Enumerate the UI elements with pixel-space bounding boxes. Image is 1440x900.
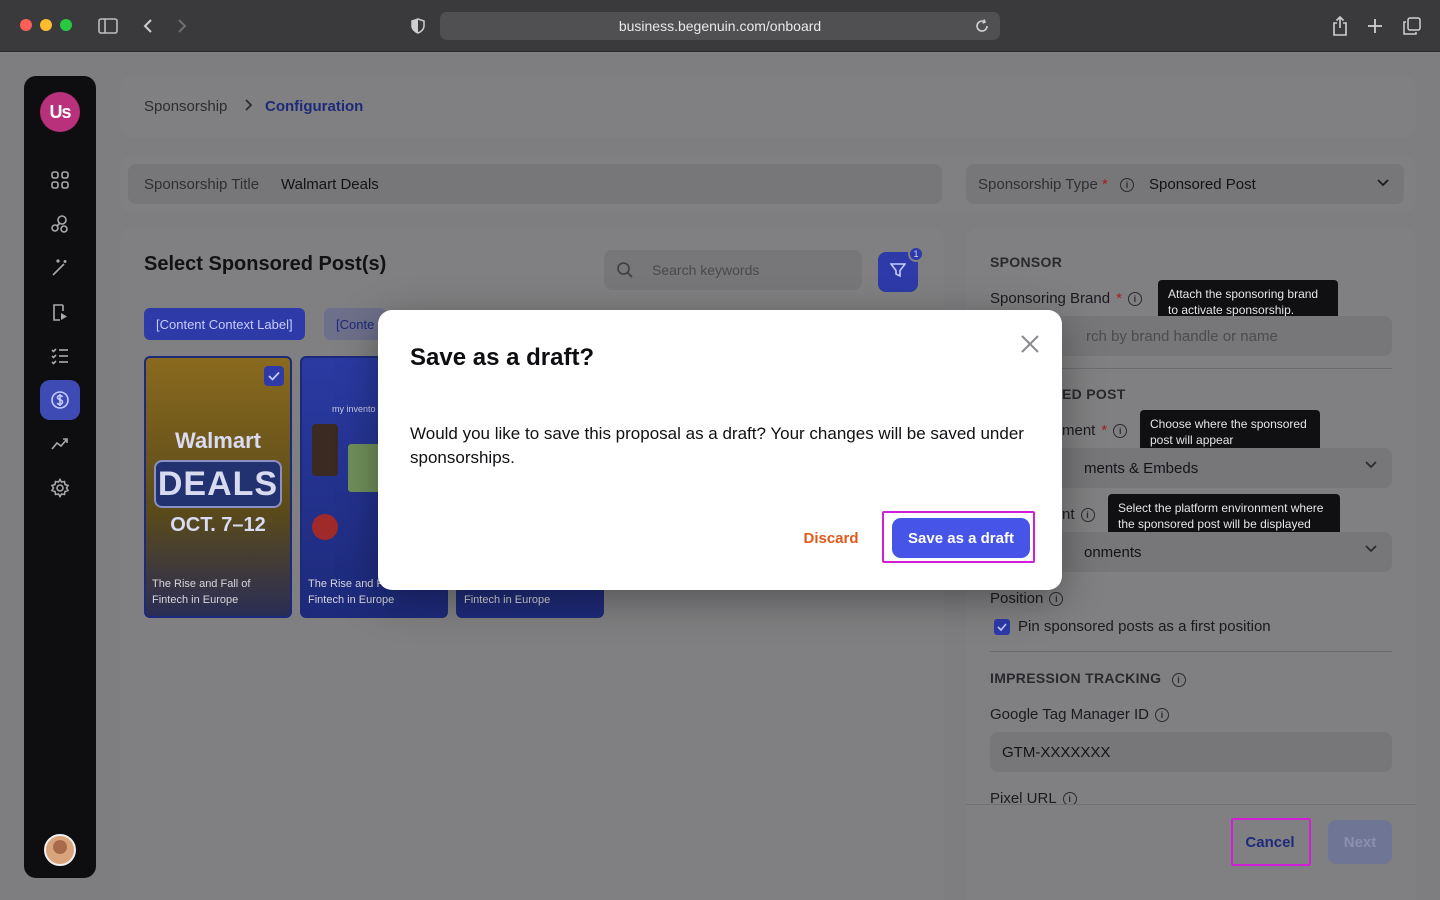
reload-icon[interactable] — [970, 14, 994, 38]
thumb-headline-text: DEALS — [154, 460, 282, 508]
thumbnail-caption: Fintech in Europe — [464, 594, 551, 606]
address-bar[interactable]: business.begenuin.com/onboard — [440, 12, 1000, 40]
pin-first-position-label: Pin sponsored posts as a first position — [1018, 618, 1271, 635]
minimize-window-button[interactable] — [40, 19, 52, 31]
breadcrumb-configuration: Configuration — [265, 98, 364, 115]
maximize-window-button[interactable] — [60, 19, 72, 31]
share-icon[interactable] — [1328, 14, 1352, 38]
dialog-message: Would you like to save this proposal as … — [410, 424, 1024, 467]
sponsored-post-heading: ED POST — [1062, 386, 1126, 402]
placement-label: ment * i — [1062, 422, 1128, 439]
thumb-date-text: OCT. 7–12 — [170, 514, 266, 536]
save-as-draft-button[interactable]: Save as a draft — [892, 518, 1030, 558]
sponsorship-type-select[interactable]: Sponsorship Type * i Sponsored Post — [966, 164, 1404, 204]
impression-tracking-heading: IMPRESSION TRACKING i — [990, 670, 1186, 687]
shield-icon[interactable] — [406, 14, 430, 38]
search-icon — [616, 261, 634, 284]
cancel-button[interactable]: Cancel — [1233, 820, 1307, 864]
sponsorship-header-card: Sponsorship Title Walmart Deals Sponsors… — [120, 156, 1416, 212]
filter-icon — [889, 262, 907, 283]
browser-toolbar: business.begenuin.com/onboard — [0, 0, 1440, 52]
placement-value: ments & Embeds — [1084, 460, 1199, 477]
dialog-title: Save as a draft? — [410, 344, 595, 371]
back-icon[interactable] — [136, 14, 160, 38]
pin-first-position-checkbox[interactable] — [994, 619, 1010, 635]
analytics-icon[interactable] — [40, 424, 80, 464]
info-icon[interactable]: i — [1049, 591, 1064, 606]
settings-icon[interactable] — [40, 468, 80, 508]
tab-overview-icon[interactable] — [1400, 14, 1424, 38]
chip-content-context[interactable]: [Content Context Label] — [144, 308, 305, 340]
sponsoring-brand-label: Sponsoring Brand * i — [990, 290, 1142, 307]
dollar-icon[interactable] — [40, 380, 80, 420]
info-icon[interactable]: i — [1120, 178, 1134, 192]
grid-icon[interactable] — [40, 160, 80, 200]
chevron-down-icon — [1364, 542, 1378, 561]
product-image — [312, 424, 338, 476]
save-draft-dialog: Save as a draft? Would you like to save … — [378, 310, 1062, 590]
video-page-icon[interactable] — [40, 292, 80, 332]
checkmark-icon[interactable] — [264, 366, 284, 386]
gtm-input[interactable]: GTM-XXXXXXX — [990, 732, 1392, 772]
sponsorship-type-value: Sponsored Post — [1149, 176, 1256, 193]
url-text: business.begenuin.com/onboard — [618, 18, 822, 34]
close-icon[interactable] — [1016, 330, 1044, 358]
checklist-icon[interactable] — [40, 336, 80, 376]
search-input[interactable]: Search keywords — [604, 250, 862, 290]
next-button[interactable]: Next — [1328, 820, 1392, 864]
thumbnail-artwork: Walmart DEALS OCT. 7–12 — [154, 428, 282, 537]
chevron-down-icon — [1364, 458, 1378, 477]
info-icon[interactable]: i — [1127, 291, 1142, 306]
sidebar-toggle-icon[interactable] — [96, 14, 120, 38]
logo-text: Us — [49, 101, 71, 122]
chip-content-context-2[interactable]: [Conte — [324, 308, 387, 340]
breadcrumb-sponsorship[interactable]: Sponsorship — [144, 98, 227, 115]
gtm-value: GTM-XXXXXXX — [1002, 744, 1111, 761]
app-logo[interactable]: Us — [40, 92, 80, 132]
discard-button[interactable]: Discard — [796, 526, 866, 550]
position-label: Position i — [990, 590, 1064, 607]
product-image — [312, 514, 338, 540]
post-thumbnail[interactable]: Walmart DEALS OCT. 7–12 The Rise and Fal… — [144, 356, 292, 618]
divider — [990, 651, 1392, 652]
info-icon[interactable]: i — [1113, 423, 1128, 438]
search-placeholder: Search keywords — [652, 262, 760, 278]
close-window-button[interactable] — [20, 19, 32, 31]
thumbnail-caption: The Rise and Fall of Fintech in Europe — [152, 578, 251, 606]
user-avatar[interactable] — [44, 834, 76, 866]
gtm-label: Google Tag Manager ID i — [990, 706, 1169, 723]
sponsorship-title-label: Sponsorship Title — [144, 176, 260, 193]
filter-count-badge: 1 — [908, 246, 924, 262]
new-tab-icon[interactable] — [1363, 14, 1387, 38]
thumb-brand-text: Walmart — [175, 428, 261, 453]
magic-wand-icon[interactable] — [40, 248, 80, 288]
posts-heading: Select Sponsored Post(s) — [144, 253, 387, 275]
sponsor-section-heading: SPONSOR — [990, 254, 1063, 270]
sidebar: Us — [24, 76, 96, 878]
info-icon[interactable]: i — [1155, 707, 1169, 722]
community-icon[interactable] — [40, 204, 80, 244]
info-icon[interactable]: i — [1080, 507, 1095, 522]
forward-icon[interactable] — [170, 14, 194, 38]
filter-button[interactable]: 1 — [878, 246, 924, 292]
info-icon[interactable]: i — [1171, 673, 1186, 687]
chevron-right-icon — [244, 98, 254, 116]
environment-value: onments — [1084, 544, 1142, 561]
environment-label: nt i — [1062, 506, 1095, 523]
brand-search-placeholder: rch by brand handle or name — [1086, 328, 1278, 345]
sponsorship-title-value: Walmart Deals — [281, 176, 379, 193]
breadcrumb: Sponsorship Configuration — [120, 76, 1416, 138]
thumb-label-text: my invento — [332, 404, 376, 414]
sponsorship-type-label: Sponsorship Type * — [978, 176, 1108, 193]
chevron-down-icon — [1376, 176, 1390, 195]
sponsorship-title-field[interactable]: Sponsorship Title Walmart Deals — [128, 164, 942, 204]
